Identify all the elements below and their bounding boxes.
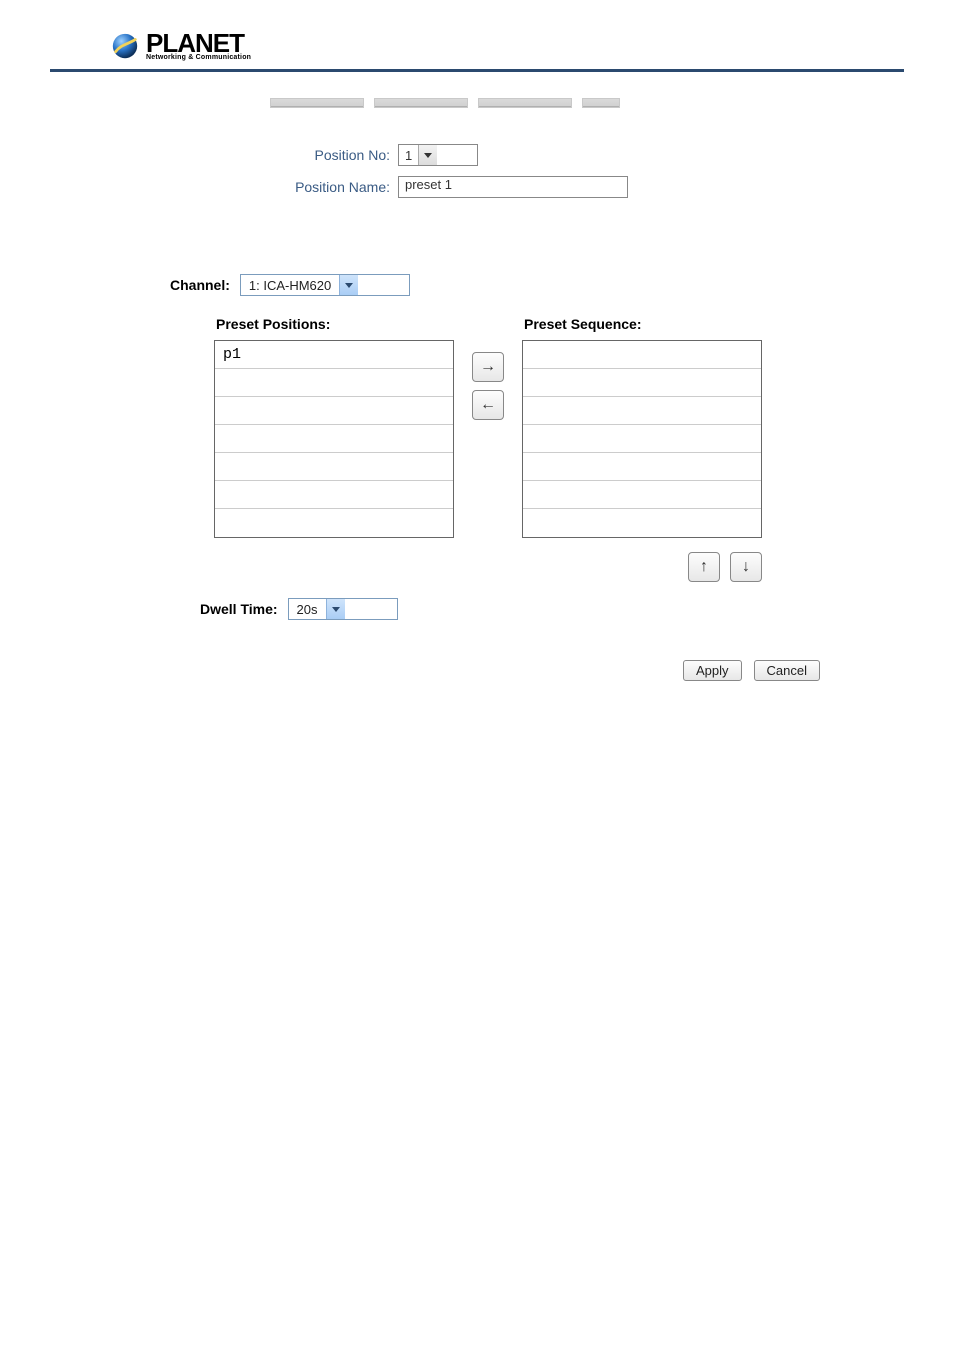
list-item[interactable] bbox=[523, 369, 761, 397]
position-no-label: Position No: bbox=[270, 147, 398, 163]
positions-title: Preset Positions: bbox=[216, 316, 454, 332]
preset-sequence-ui: Channel: 1: ICA-HM620 Preset Positions: … bbox=[170, 274, 830, 681]
list-item[interactable] bbox=[215, 481, 453, 509]
dwell-time-select[interactable]: 20s bbox=[288, 598, 398, 620]
position-no-select[interactable]: 1 bbox=[398, 144, 478, 166]
tabstrip-placeholder bbox=[270, 98, 670, 108]
sequence-title: Preset Sequence: bbox=[524, 316, 762, 332]
list-item[interactable] bbox=[215, 397, 453, 425]
tab-placeholder bbox=[374, 98, 468, 108]
globe-icon bbox=[110, 31, 140, 61]
arrow-down-icon: ↓ bbox=[742, 558, 750, 576]
preset-position-form: Position No: 1 Position Name: preset 1 bbox=[270, 98, 670, 198]
logo-subtitle: Networking & Communication bbox=[146, 54, 251, 61]
description-list bbox=[50, 751, 904, 795]
tab-placeholder bbox=[582, 98, 620, 108]
position-name-field[interactable]: preset 1 bbox=[398, 176, 628, 198]
tab-placeholder bbox=[478, 98, 572, 108]
list-item[interactable] bbox=[215, 369, 453, 397]
list-item[interactable]: p1 bbox=[215, 341, 453, 369]
arrow-right-icon: → bbox=[480, 358, 496, 376]
header-divider bbox=[50, 69, 904, 72]
dwell-time-value: 20s bbox=[289, 599, 326, 619]
channel-label: Channel: bbox=[170, 277, 230, 293]
position-no-value: 1 bbox=[399, 148, 418, 163]
position-name-label: Position Name: bbox=[270, 179, 398, 195]
move-down-button[interactable]: ↓ bbox=[730, 552, 762, 582]
list-item[interactable] bbox=[523, 481, 761, 509]
tab-placeholder bbox=[270, 98, 364, 108]
add-to-sequence-button[interactable]: → bbox=[472, 352, 504, 382]
page-header: PLANET Networking & Communication bbox=[50, 30, 904, 69]
apply-button[interactable]: Apply bbox=[683, 660, 742, 681]
brand-logo: PLANET Networking & Communication bbox=[110, 30, 904, 61]
chevron-down-icon bbox=[418, 145, 437, 165]
sequence-listbox[interactable] bbox=[522, 340, 762, 538]
cancel-button[interactable]: Cancel bbox=[754, 660, 820, 681]
list-item[interactable] bbox=[523, 397, 761, 425]
list-item[interactable] bbox=[215, 509, 453, 537]
list-item[interactable] bbox=[523, 341, 761, 369]
list-item[interactable] bbox=[523, 509, 761, 537]
chevron-down-icon bbox=[339, 275, 358, 295]
channel-value: 1: ICA-HM620 bbox=[241, 275, 339, 295]
list-item[interactable] bbox=[523, 425, 761, 453]
positions-listbox[interactable]: p1 bbox=[214, 340, 454, 538]
dwell-time-label: Dwell Time: bbox=[200, 601, 278, 617]
chevron-down-icon bbox=[326, 599, 345, 619]
arrow-left-icon: ← bbox=[480, 396, 496, 414]
logo-text: PLANET bbox=[146, 30, 251, 56]
remove-from-sequence-button[interactable]: ← bbox=[472, 390, 504, 420]
channel-select[interactable]: 1: ICA-HM620 bbox=[240, 274, 410, 296]
arrow-up-icon: ↑ bbox=[700, 558, 708, 576]
list-item[interactable] bbox=[215, 453, 453, 481]
list-item[interactable] bbox=[215, 425, 453, 453]
list-item[interactable] bbox=[523, 453, 761, 481]
move-up-button[interactable]: ↑ bbox=[688, 552, 720, 582]
